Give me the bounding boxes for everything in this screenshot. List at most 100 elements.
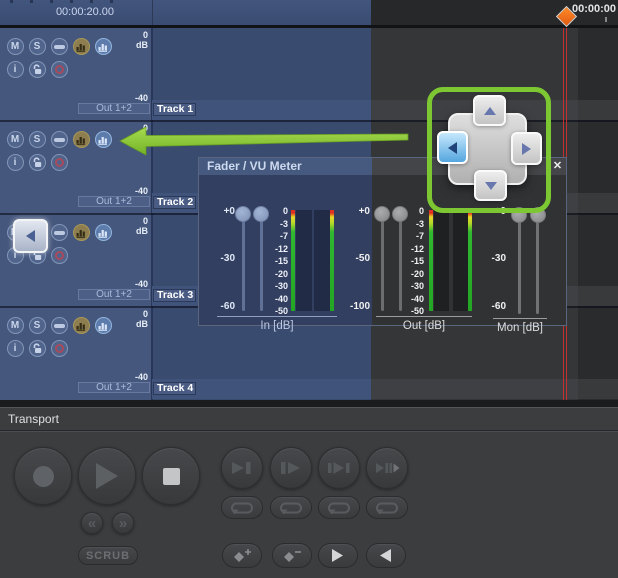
lock-button[interactable] <box>29 154 46 171</box>
lock-button[interactable] <box>29 340 46 357</box>
meter-gold-button[interactable] <box>73 317 90 334</box>
play-button[interactable] <box>78 447 136 505</box>
loop-icon <box>279 501 303 515</box>
mon-section-label: Mon [dB] <box>487 322 553 334</box>
meter-blue-button[interactable] <box>95 224 112 241</box>
marker-add-button[interactable] <box>222 543 262 568</box>
play-from-start-button[interactable] <box>270 447 312 489</box>
track-header-4: M S i 0 dB -40 Out 1+2 Track 4 <box>0 307 152 399</box>
track-header-1: M S i 0 dB -40 Out 1+2 Track 1 <box>0 28 152 120</box>
out-fader-scale-50: -50 <box>340 253 370 264</box>
rewind-icon: « <box>88 516 96 531</box>
record-circle-icon <box>55 65 64 74</box>
out-fader-track-left <box>381 214 384 311</box>
in-meter-scale: 0 -3 -7 -12 -15 -20 -30 -40 -50 <box>259 206 288 316</box>
marker-add-icon <box>231 548 253 564</box>
out-fader-knob-left[interactable] <box>374 206 390 222</box>
in-section-line <box>217 316 337 317</box>
record-arm-button[interactable] <box>51 340 68 357</box>
fader-scale-unit: dB <box>118 40 148 50</box>
info-button[interactable]: i <box>7 154 24 171</box>
scale-tick: -30 <box>395 281 424 291</box>
track-footer-band <box>152 379 618 399</box>
solo-button[interactable]: S <box>29 131 46 148</box>
output-select[interactable]: Out 1+2 <box>78 103 150 114</box>
scale-tick: -50 <box>259 306 288 316</box>
loop-button-2[interactable] <box>270 496 312 519</box>
transport-title-separator <box>0 431 618 432</box>
output-select[interactable]: Out 1+2 <box>78 382 150 393</box>
track-name-tab[interactable]: Track 2 <box>153 196 196 209</box>
track-name-tab[interactable]: Track 3 <box>153 289 196 302</box>
in-fader-scale-0: +0 <box>205 206 235 217</box>
window-bottom-edge <box>0 400 618 407</box>
info-button[interactable]: i <box>7 340 24 357</box>
mute-button[interactable]: M <box>7 317 24 334</box>
lock-button[interactable] <box>29 61 46 78</box>
mute-button[interactable]: M <box>7 131 24 148</box>
scrub-button[interactable]: SCRUB <box>78 546 138 565</box>
in-meter-bar-right <box>330 210 334 311</box>
mon-fader-track-left <box>518 214 521 314</box>
stop-button[interactable] <box>142 447 200 505</box>
out-fader-scale-0: +0 <box>340 206 370 217</box>
lock-open-icon <box>32 157 43 168</box>
fader-scale-top: 0 <box>118 30 148 40</box>
scale-tick: -12 <box>259 244 288 254</box>
mon-section-line <box>493 318 547 319</box>
output-label: Out 1+2 <box>96 103 132 114</box>
play-range-button[interactable] <box>318 447 360 489</box>
record-arm-button[interactable] <box>51 247 68 264</box>
meter-gold-button[interactable] <box>73 131 90 148</box>
mute-label: M <box>11 321 19 331</box>
loop-button-1[interactable] <box>221 496 263 519</box>
in-section-label: In [dB] <box>217 320 337 332</box>
track-name-tab[interactable]: Track 4 <box>153 382 196 395</box>
pan-button[interactable] <box>51 38 68 55</box>
close-icon[interactable]: ✕ <box>550 159 565 174</box>
record-arm-button[interactable] <box>51 154 68 171</box>
lock-open-icon <box>32 64 43 75</box>
track-name-tab[interactable]: Track 1 <box>153 103 196 116</box>
scale-tick: -3 <box>259 219 288 229</box>
out-meter-bar-left <box>429 210 433 311</box>
pan-button[interactable] <box>51 224 68 241</box>
forward-icon: » <box>119 516 127 531</box>
pan-button[interactable] <box>51 317 68 334</box>
meter-gold-button[interactable] <box>73 224 90 241</box>
play-to-end-button[interactable] <box>221 447 263 489</box>
meter-gold-button[interactable] <box>73 38 90 55</box>
forward-button[interactable]: » <box>112 512 134 534</box>
pan-button[interactable] <box>51 131 68 148</box>
in-fader-knob-left[interactable] <box>235 206 251 222</box>
solo-button[interactable]: S <box>29 38 46 55</box>
record-arm-button[interactable] <box>51 61 68 78</box>
meter-blue-button[interactable] <box>95 131 112 148</box>
info-button[interactable]: i <box>7 61 24 78</box>
record-button[interactable] <box>14 447 72 505</box>
solo-button[interactable]: S <box>29 317 46 334</box>
mute-button[interactable]: M <box>7 38 24 55</box>
info-label: i <box>14 65 17 75</box>
dash-icon <box>54 45 65 49</box>
in-fader-track-left <box>242 214 245 311</box>
scale-tick: -7 <box>259 231 288 241</box>
scale-tick: -12 <box>395 244 424 254</box>
bar-chart-icon <box>76 134 87 145</box>
output-select[interactable]: Out 1+2 <box>78 196 150 207</box>
record-circle-icon <box>55 158 64 167</box>
record-circle-icon <box>55 251 64 260</box>
output-select[interactable]: Out 1+2 <box>78 289 150 300</box>
loop-button-3[interactable] <box>318 496 360 519</box>
marker-remove-button[interactable] <box>272 543 312 568</box>
nav-left-button-floating[interactable] <box>13 219 48 253</box>
play-pause-play-button[interactable] <box>366 447 408 489</box>
play-pause-play-icon <box>375 461 400 475</box>
loop-button-4[interactable] <box>366 496 408 519</box>
meter-blue-button[interactable] <box>95 38 112 55</box>
step-forward-button[interactable] <box>318 543 358 568</box>
step-back-button[interactable] <box>366 543 406 568</box>
meter-blue-button[interactable] <box>95 317 112 334</box>
out-fader-scale-100: -100 <box>340 301 370 312</box>
rewind-button[interactable]: « <box>81 512 103 534</box>
